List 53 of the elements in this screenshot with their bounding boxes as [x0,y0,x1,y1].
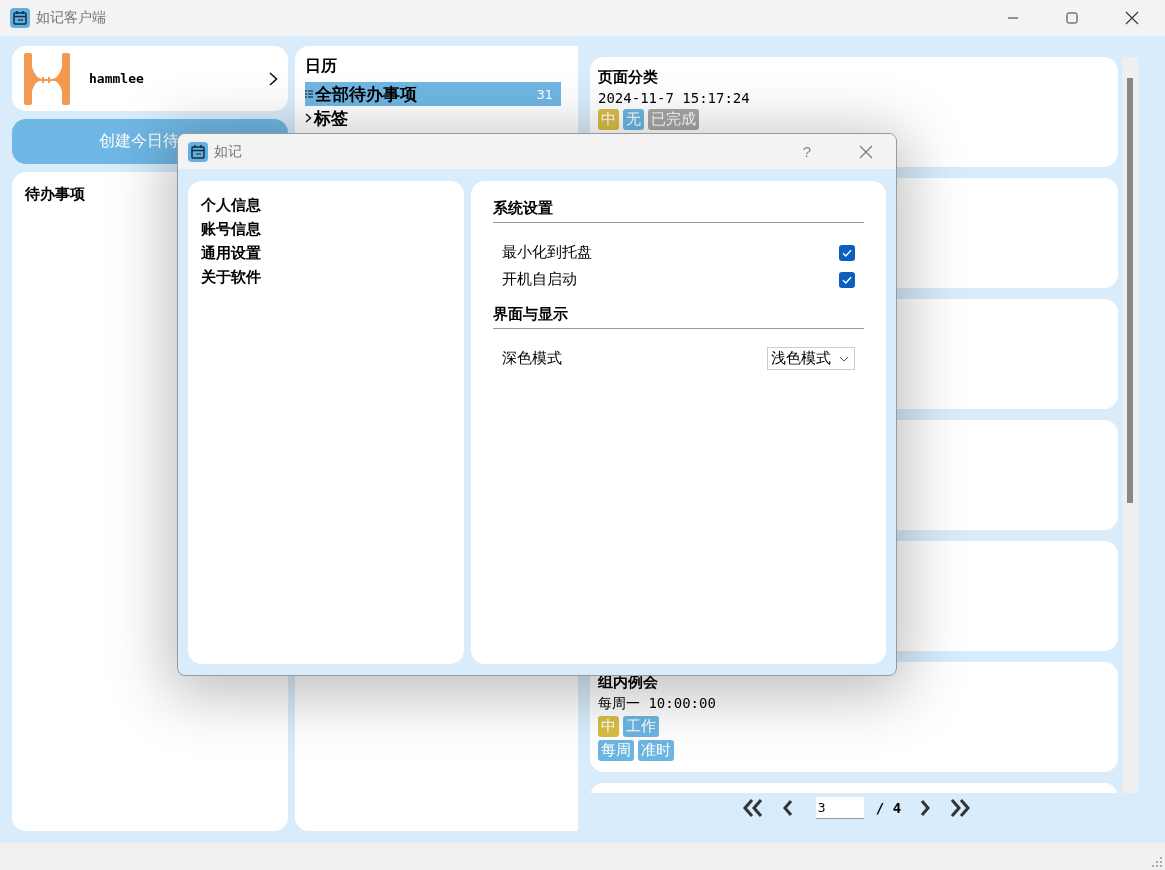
task-time: 2024-11-7 15:17:24 [598,90,750,106]
tag: 中 [598,716,619,737]
section-heading: 界面与显示 [493,305,864,329]
nav-item[interactable]: 标签 [305,106,561,130]
calendar-icon [188,141,208,162]
user-name: hammlee [89,71,144,86]
tag: 无 [623,109,644,130]
dialog-title: 如记 [214,142,242,161]
previous-page-icon[interactable] [781,798,794,818]
nav-item[interactable]: 全部待办事项 31 [305,82,561,106]
section-heading: 系统设置 [493,199,864,223]
list-icon [305,90,313,98]
profile-card[interactable]: hammlee [12,46,288,111]
nav-title: 日历 [305,56,338,77]
maximize-icon[interactable] [1066,12,1078,24]
tag: 工作 [623,716,659,737]
task-title: 页面分类 [598,67,658,87]
nav-label: 全部待办事项 [315,82,417,106]
item-count: 31 [536,86,553,102]
panel-title: 待办事项 [25,185,85,203]
settings-nav-item[interactable]: 关于软件 [201,265,261,289]
first-page-icon[interactable] [741,798,764,818]
page-total: / 4 [875,800,902,816]
setting-label: 最小化到托盘 [502,243,592,262]
setting-label: 开机自启动 [502,270,577,289]
settings-nav-item[interactable]: 账号信息 [201,217,261,241]
chevron-right-icon [269,71,278,86]
checkbox[interactable] [839,271,855,288]
calendar-icon [10,8,30,28]
tag: 中 [598,109,619,130]
task-time: 每周一 10:00:00 [598,695,716,713]
settings-nav-item[interactable]: 个人信息 [201,193,261,217]
tag: 每周 [598,740,634,761]
logo-icon [24,52,70,105]
scrollbar-thumb[interactable] [1127,78,1133,503]
resize-grip-icon[interactable] [1152,857,1162,867]
tag: 准时 [638,740,674,761]
last-page-icon[interactable] [949,798,972,818]
nav-label: 标签 [314,106,348,130]
chevron-right-icon [305,113,312,123]
close-icon[interactable] [1125,11,1139,25]
tag: 已完成 [648,109,699,130]
task-card[interactable]: 组内例会 每周一 10:00:00 中 工作 每周 准时 [590,662,1118,772]
next-page-icon[interactable] [919,798,932,818]
task-title: 组内例会 [598,672,658,692]
page-field[interactable]: 3 [815,797,864,819]
settings-nav-item[interactable]: 通用设置 [201,241,261,265]
window-title: 如记客户端 [36,9,106,27]
theme-dropdown[interactable]: 浅色模式 [767,347,855,370]
scrollbar[interactable] [1122,57,1138,793]
setting-label: 深色模式 [502,349,562,368]
caret-icon [839,355,849,362]
checkbox[interactable] [839,244,855,261]
